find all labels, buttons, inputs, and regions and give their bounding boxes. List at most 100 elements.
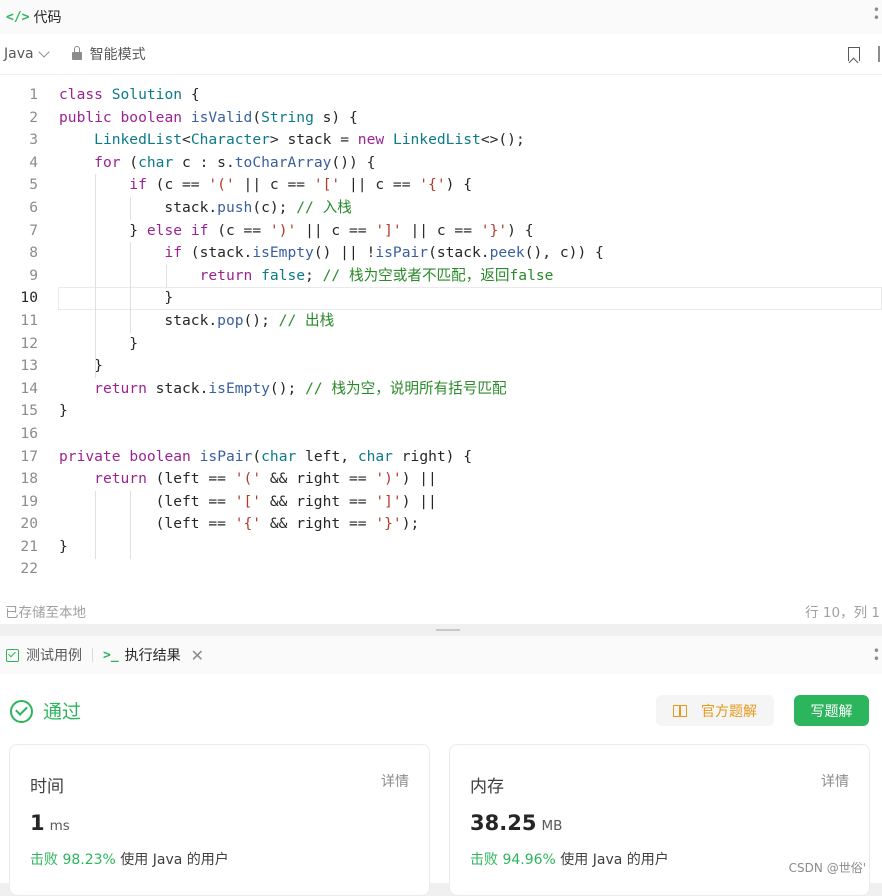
runtime-value: 1 [30, 811, 45, 835]
code-line[interactable]: 9 return false; // 栈为空或者不匹配，返回false [0, 265, 882, 288]
code-text: (left == '[' && right == ']') || [59, 492, 437, 510]
memory-value: 38.25 [470, 811, 537, 835]
code-text: (left == '{' && right == '}'); [59, 515, 420, 533]
code-line[interactable]: 1 class Solution { [0, 84, 882, 107]
checkbox-icon [6, 648, 19, 662]
code-line[interactable]: 10 } [20, 287, 882, 310]
runtime-value-wrap: 1 ms [30, 811, 70, 835]
code-line[interactable]: 11 stack.pop(); // 出栈 [0, 310, 882, 333]
code-line[interactable]: 13 } [0, 355, 882, 378]
code-icon: </> [6, 9, 30, 25]
check-circle-icon [10, 700, 33, 723]
code-line[interactable]: 3 LinkedList<Character> stack = new Link… [0, 129, 882, 152]
code-editor[interactable]: 1 class Solution { 2 public boolean isValid… [0, 84, 882, 581]
drag-handle[interactable] [436, 629, 460, 631]
write-solution-button[interactable]: 写题解 [794, 695, 869, 726]
runtime-beat-label: 击败 [30, 852, 58, 868]
close-icon[interactable]: ✕ [191, 646, 204, 665]
indent-guide [130, 490, 131, 559]
cursor-position: 行 10，列 1 [805, 605, 880, 621]
line-number: 21 [20, 537, 38, 555]
result-tabs: 测试用例 >_ 执行结果 ✕ • • [0, 636, 882, 674]
scroll-edge [878, 46, 880, 62]
chevron-down-icon [37, 46, 50, 58]
line-number: 12 [20, 334, 38, 352]
memory-beat-label: 击败 [470, 852, 498, 868]
tab-results-label: 执行结果 [124, 648, 181, 664]
code-line[interactable]: 17 private boolean isPair(char left, char… [0, 446, 882, 469]
language-select[interactable]: Java [4, 46, 50, 62]
runtime-detail-link[interactable]: 详情 [381, 771, 409, 791]
more-options-icon[interactable]: • • [873, 4, 880, 24]
code-line[interactable]: 4 for (char c : s.toCharArray()) { [0, 152, 882, 175]
runtime-beat: 击败 98.23% 使用 Java 的用户 [30, 849, 229, 869]
line-number: 2 [29, 108, 38, 126]
line-number: 1 [29, 86, 38, 103]
more-options-icon[interactable]: • • [873, 645, 880, 665]
tab-test-cases[interactable]: 测试用例 [6, 645, 82, 665]
code-line[interactable]: 7 } else if (c == ')' || c == ']' || c =… [0, 220, 882, 243]
memory-detail-link[interactable]: 详情 [821, 771, 849, 791]
code-line[interactable]: 16 [0, 423, 882, 446]
code-text: } [59, 289, 174, 307]
bookmark-icon[interactable] [848, 47, 860, 61]
code-line[interactable]: 14 return stack.isEmpty(); // 栈为空，说明所有括号… [0, 378, 882, 401]
line-number: 11 [20, 311, 38, 329]
code-text: } [59, 402, 68, 420]
panel-resize-divider[interactable] [0, 624, 882, 636]
line-number: 14 [20, 379, 38, 397]
editor-statusbar: 已存储至本地 行 10，列 1 [0, 597, 882, 623]
code-line[interactable]: 8 if (stack.isEmpty() || !isPair(stack.p… [0, 242, 882, 265]
indent-guide [95, 490, 96, 559]
indent-guide [130, 197, 131, 220]
result-status: 通过 [43, 701, 82, 723]
memory-beat-pct: 94.96% [502, 852, 556, 868]
code-text: return false; // 栈为空或者不匹配，返回false [199, 266, 554, 284]
indent-guide [95, 174, 96, 378]
runtime-card[interactable]: 时间 详情 1 ms 击败 98.23% 使用 Java 的用户 [9, 744, 430, 896]
panel-title: 代码 [33, 10, 62, 26]
memory-unit: MB [541, 818, 563, 834]
code-line[interactable]: 19 (left == '[' && right == ']') || [0, 491, 882, 514]
watermark: CSDN @世俗' [788, 861, 866, 875]
runtime-beat-pct: 98.23% [62, 852, 116, 868]
tab-separator [92, 648, 93, 662]
runtime-title: 时间 [30, 777, 64, 797]
smart-mode-toggle[interactable]: 智能模式 [71, 44, 146, 64]
write-solution-label: 写题解 [810, 703, 853, 720]
code-line[interactable]: 22 [0, 558, 882, 581]
code-text: private boolean isPair(char left, char r… [59, 447, 473, 465]
code-line[interactable]: 15} [0, 400, 882, 423]
line-number: 10 [20, 289, 38, 307]
code-line[interactable]: 2 public boolean isValid(String s) { [0, 107, 882, 130]
code-text: if (stack.isEmpty() || !isPair(stack.pee… [164, 244, 604, 262]
code-text: } [59, 357, 103, 375]
tab-results[interactable]: >_ 执行结果 ✕ [103, 645, 204, 665]
code-line[interactable]: 21} [0, 536, 882, 559]
official-solution-button[interactable]: 官方题解 [656, 695, 774, 726]
code-line[interactable]: 5 if (c == '(' || c == '[' || c == '{') … [0, 174, 882, 197]
code-text: return stack.isEmpty(); // 栈为空，说明所有括号匹配 [94, 379, 507, 397]
memory-beat-suffix: 使用 Java 的用户 [560, 852, 669, 868]
line-number: 13 [20, 357, 38, 375]
code-line[interactable]: 18 return (left == '(' && right == ')') … [0, 468, 882, 491]
line-number: 18 [20, 470, 38, 488]
code-text: stack.pop(); // 出栈 [59, 311, 335, 329]
code-line[interactable]: 12 } [0, 333, 882, 356]
indent-guide [166, 264, 167, 288]
code-line[interactable]: 6 stack.push(c); // 入栈 [0, 197, 882, 220]
result-panel: 测试用例 >_ 执行结果 ✕ • • 通过 官方题解 写题解 时间 详情 1 ms … [0, 636, 882, 896]
line-number: 22 [20, 560, 38, 578]
code-text: for (char c : s.toCharArray()) { [94, 153, 376, 171]
result-header: 通过 官方题解 写题解 [0, 692, 882, 732]
code-line[interactable]: 20 (left == '{' && right == '}'); [0, 513, 882, 536]
line-number: 6 [29, 198, 38, 216]
memory-value-wrap: 38.25 MB [470, 811, 562, 835]
save-status: 已存储至本地 [5, 605, 86, 621]
code-text: } [59, 334, 139, 352]
line-number: 5 [29, 176, 38, 194]
terminal-icon: >_ [103, 647, 119, 663]
line-number: 15 [20, 402, 38, 420]
editor-toolbar: Java 智能模式 [0, 34, 882, 75]
code-text: class Solution { [59, 86, 200, 103]
